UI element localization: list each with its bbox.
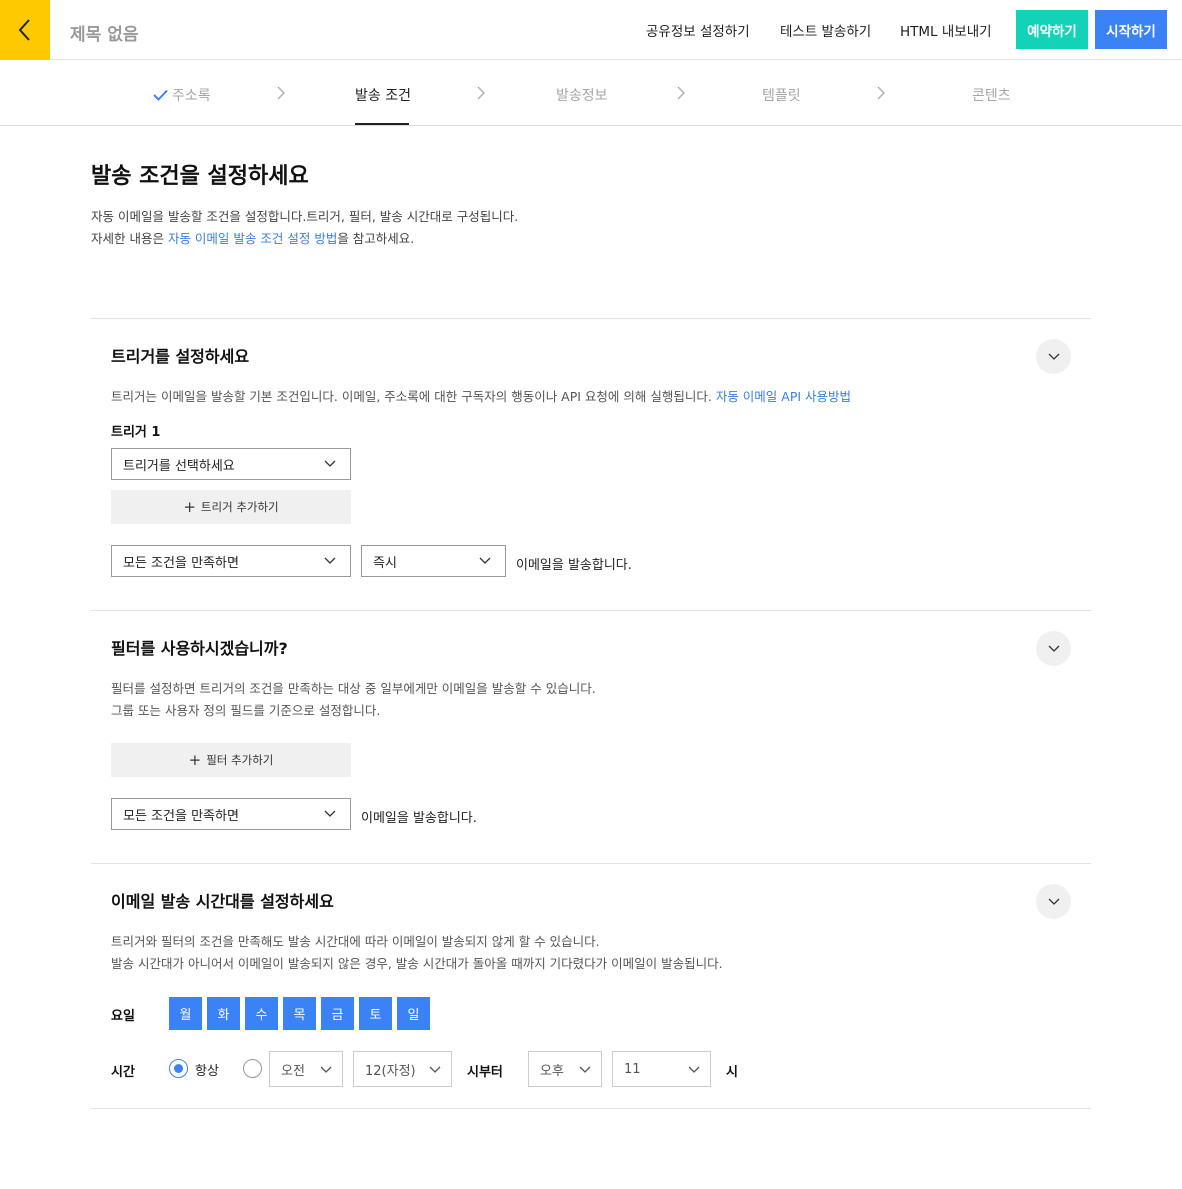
section-divider xyxy=(91,318,1091,319)
document-title[interactable]: 제목 없음 xyxy=(70,20,138,45)
trigger-condition-select[interactable]: 모든 조건을 만족하면 xyxy=(111,545,351,577)
always-radio[interactable] xyxy=(169,1059,188,1078)
share-settings-link[interactable]: 공유정보 설정하기 xyxy=(646,20,750,40)
start-ampm-value: 오전 xyxy=(281,1063,305,1079)
export-html-link[interactable]: HTML 내보내기 xyxy=(900,20,992,40)
page-title: 발송 조건을 설정하세요 xyxy=(91,164,309,189)
reserve-button[interactable]: 예약하기 xyxy=(1016,10,1088,49)
test-send-link[interactable]: 테스트 발송하기 xyxy=(780,20,871,40)
chevron-down-icon xyxy=(429,1066,441,1073)
start-hour-select[interactable]: 12(자정) xyxy=(353,1051,452,1087)
always-label: 항상 xyxy=(195,1064,219,1079)
step-send-info[interactable]: 발송정보 xyxy=(556,85,608,105)
day-button-wed[interactable]: 수 xyxy=(245,997,278,1030)
chevron-down-icon xyxy=(479,557,491,564)
filter-condition-value: 모든 조건을 만족하면 xyxy=(123,808,239,824)
top-bar: 제목 없음 공유정보 설정하기 테스트 발송하기 HTML 내보내기 예약하기 … xyxy=(0,0,1182,60)
send-timing-select[interactable]: 즉시 xyxy=(361,545,506,577)
chevron-down-icon xyxy=(688,1066,700,1073)
until-label: 시 xyxy=(726,1065,738,1080)
chevron-down-icon xyxy=(1048,645,1059,652)
day-button-sun[interactable]: 일 xyxy=(397,997,430,1030)
check-icon xyxy=(153,89,168,101)
intro-text: 자동 이메일을 발송할 조건을 설정합니다.트리거, 필터, 발송 시간대로 구… xyxy=(91,209,519,224)
trigger-description-text: 트리거는 이메일을 발송할 기본 조건입니다. 이메일, 주소록에 대한 구독자… xyxy=(111,389,716,404)
filter-collapse-button[interactable] xyxy=(1036,631,1071,666)
schedule-collapse-button[interactable] xyxy=(1036,884,1071,919)
condition-select-value: 모든 조건을 만족하면 xyxy=(123,555,239,571)
step-address-book[interactable]: 주소록 xyxy=(153,85,211,105)
add-filter-button[interactable]: + 필터 추가하기 xyxy=(111,743,351,777)
from-label: 시부터 xyxy=(467,1065,503,1080)
day-button-mon[interactable]: 월 xyxy=(169,997,202,1030)
start-button[interactable]: 시작하기 xyxy=(1095,10,1167,49)
chevron-down-icon xyxy=(320,1066,332,1073)
active-step-indicator xyxy=(355,123,409,125)
trigger-1-label: 트리거 1 xyxy=(111,425,161,440)
step-navigation: 주소록 발송 조건 발송정보 템플릿 콘텐츠 xyxy=(0,61,1182,126)
step-template[interactable]: 템플릿 xyxy=(762,85,801,105)
intro-help-text: 자세한 내용은 자동 이메일 발송 조건 설정 방법을 참고하세요. xyxy=(91,228,414,247)
trigger-send-text: 이메일을 발송합니다. xyxy=(516,558,632,573)
step-content[interactable]: 콘텐츠 xyxy=(972,85,1011,105)
api-usage-link[interactable]: 자동 이메일 API 사용방법 xyxy=(716,389,851,404)
schedule-description-line2: 발송 시간대가 아니어서 이메일이 발송되지 않은 경우, 발송 시간대가 돌아… xyxy=(111,956,723,971)
chevron-down-icon xyxy=(324,460,336,467)
help-link[interactable]: 자동 이메일 발송 조건 설정 방법 xyxy=(168,231,337,246)
chevron-down-icon xyxy=(579,1066,591,1073)
plus-icon: + xyxy=(183,498,196,516)
step-send-condition[interactable]: 발송 조건 xyxy=(355,85,411,105)
schedule-section-title: 이메일 발송 시간대를 설정하세요 xyxy=(111,892,334,911)
filter-description-line2: 그룹 또는 사용자 정의 필드를 기준으로 설정합니다. xyxy=(111,703,381,718)
day-of-week-label: 요일 xyxy=(111,1009,135,1024)
trigger-select-value: 트리거를 선택하세요 xyxy=(123,458,235,474)
day-button-sat[interactable]: 토 xyxy=(359,997,392,1030)
time-label: 시간 xyxy=(111,1065,135,1080)
back-button[interactable] xyxy=(0,0,50,60)
chevron-down-icon xyxy=(1048,898,1059,905)
chevron-down-icon xyxy=(324,810,336,817)
step-label: 주소록 xyxy=(172,88,211,104)
day-button-fri[interactable]: 금 xyxy=(321,997,354,1030)
section-divider xyxy=(91,1108,1091,1109)
add-trigger-button[interactable]: + 트리거 추가하기 xyxy=(111,490,351,524)
trigger-select[interactable]: 트리거를 선택하세요 xyxy=(111,448,351,480)
day-button-tue[interactable]: 화 xyxy=(207,997,240,1030)
schedule-description: 트리거와 필터의 조건을 만족해도 발송 시간대에 따라 이메일이 발송되지 않… xyxy=(111,931,723,975)
end-hour-value: 11 xyxy=(624,1061,641,1077)
intro-help-suffix: 을 참고하세요. xyxy=(337,231,415,246)
filter-description-line1: 필터를 설정하면 트리거의 조건을 만족하는 대상 중 일부에게만 이메일을 발… xyxy=(111,681,596,696)
chevron-down-icon xyxy=(1048,353,1059,360)
start-ampm-select[interactable]: 오전 xyxy=(269,1051,343,1087)
chevron-right-icon xyxy=(477,86,485,100)
filter-section-title: 필터를 사용하시겠습니까? xyxy=(111,639,288,658)
end-ampm-select[interactable]: 오후 xyxy=(528,1051,602,1087)
time-range-radio[interactable] xyxy=(243,1059,262,1078)
chevron-left-icon xyxy=(18,19,30,41)
section-divider xyxy=(91,863,1091,864)
end-ampm-value: 오후 xyxy=(540,1063,564,1079)
trigger-description: 트리거는 이메일을 발송할 기본 조건입니다. 이메일, 주소록에 대한 구독자… xyxy=(111,386,851,408)
trigger-collapse-button[interactable] xyxy=(1036,339,1071,374)
chevron-right-icon xyxy=(677,86,685,100)
start-hour-value: 12(자정) xyxy=(365,1063,416,1079)
chevron-right-icon xyxy=(877,86,885,100)
schedule-description-line1: 트리거와 필터의 조건을 만족해도 발송 시간대에 따라 이메일이 발송되지 않… xyxy=(111,934,600,949)
plus-icon: + xyxy=(188,751,202,769)
trigger-section-title: 트리거를 설정하세요 xyxy=(111,347,250,366)
filter-condition-select[interactable]: 모든 조건을 만족하면 xyxy=(111,798,351,830)
filter-description: 필터를 설정하면 트리거의 조건을 만족하는 대상 중 일부에게만 이메일을 발… xyxy=(111,678,596,722)
filter-send-text: 이메일을 발송합니다. xyxy=(361,811,477,826)
add-filter-label: 필터 추가하기 xyxy=(206,753,274,767)
chevron-down-icon xyxy=(324,557,336,564)
day-button-thu[interactable]: 목 xyxy=(283,997,316,1030)
intro-help-prefix: 자세한 내용은 xyxy=(91,231,168,246)
end-hour-select[interactable]: 11 xyxy=(612,1051,711,1087)
timing-select-value: 즉시 xyxy=(373,555,397,571)
add-trigger-label: 트리거 추가하기 xyxy=(200,500,279,514)
chevron-right-icon xyxy=(277,86,285,100)
section-divider xyxy=(91,610,1091,611)
